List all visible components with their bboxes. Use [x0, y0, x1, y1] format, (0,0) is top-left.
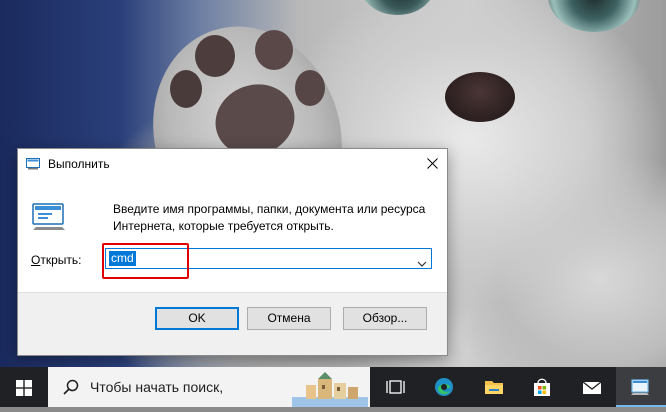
- run-dialog: Выполнить Введите имя программы, папки, …: [17, 148, 448, 356]
- taskbar-search-box[interactable]: Чтобы начать поиск,: [48, 367, 370, 407]
- file-explorer-icon: [484, 377, 504, 397]
- close-button[interactable]: [417, 149, 447, 179]
- run-app-button[interactable]: [616, 367, 666, 407]
- run-icon: [26, 157, 40, 170]
- chevron-down-icon[interactable]: [417, 255, 427, 267]
- run-program-icon: [32, 203, 66, 231]
- dialog-titlebar[interactable]: Выполнить: [18, 149, 447, 179]
- taskbar: Чтобы начать поиск,: [0, 367, 666, 407]
- store-button[interactable]: [518, 367, 566, 407]
- cancel-button[interactable]: Отмена: [247, 307, 331, 330]
- dialog-description: Введите имя программы, папки, документа …: [113, 202, 426, 233]
- open-label: Открыть:: [31, 253, 81, 267]
- mail-icon: [582, 377, 602, 397]
- store-icon: [532, 377, 552, 397]
- search-icon: [63, 379, 79, 395]
- task-view-icon: [386, 377, 406, 397]
- ok-button[interactable]: OK: [155, 307, 239, 330]
- paw-toe: [195, 35, 235, 77]
- start-button[interactable]: [0, 367, 46, 407]
- paw-toe: [170, 70, 202, 108]
- task-view-button[interactable]: [372, 367, 420, 407]
- close-icon: [426, 158, 438, 169]
- kitten-eye: [548, 0, 640, 32]
- edge-button[interactable]: [420, 367, 468, 407]
- edge-icon: [434, 377, 454, 397]
- paw-toe: [295, 70, 325, 106]
- mail-button[interactable]: [568, 367, 616, 407]
- file-explorer-button[interactable]: [470, 367, 518, 407]
- search-placeholder: Чтобы начать поиск,: [90, 379, 224, 395]
- search-highlight-illustration: [292, 371, 368, 407]
- windows-start-icon: [16, 380, 32, 396]
- dialog-title: Выполнить: [48, 157, 110, 171]
- open-label-text: ткрыть:: [40, 253, 82, 267]
- browse-button[interactable]: Обзор...: [343, 307, 427, 330]
- run-app-icon: [630, 377, 650, 397]
- open-label-accelerator: О: [31, 253, 41, 267]
- kitten-nose: [445, 72, 515, 122]
- dialog-footer: OK Отмена Обзор...: [18, 292, 447, 355]
- kitten-eye: [360, 0, 435, 15]
- red-highlight-box: [102, 243, 189, 279]
- paw-toe: [255, 30, 293, 70]
